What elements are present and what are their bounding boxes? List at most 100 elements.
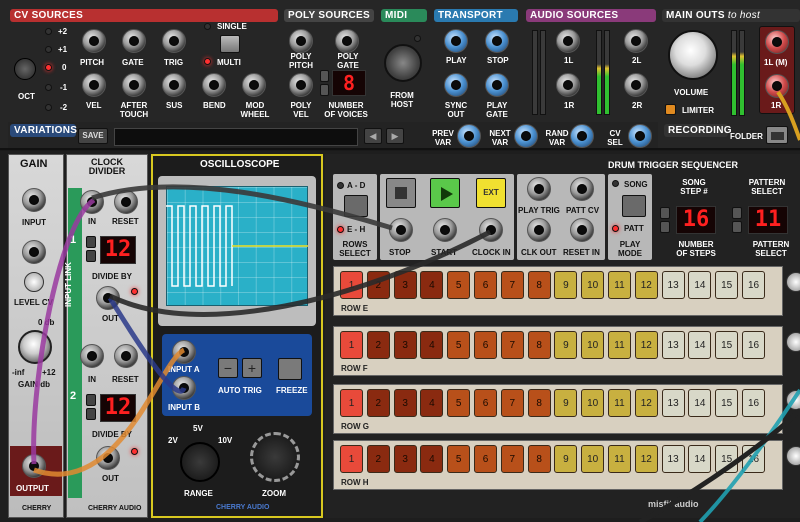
step-button[interactable]: 12 [634,271,658,299]
stop-jack-seq[interactable] [389,218,413,242]
step-button[interactable]: 1 [340,331,363,359]
stop-button[interactable] [386,178,416,208]
main-out-1r-jack[interactable] [765,74,789,98]
step-button[interactable]: 1 [340,271,363,299]
step-button[interactable]: 1 [340,389,363,417]
auto-trig-plus-button[interactable]: + [242,358,262,378]
save-button[interactable]: SAVE [78,128,108,144]
rows-eh-led[interactable] [337,226,344,233]
gate-length-knob[interactable] [786,332,800,352]
start-jack[interactable] [433,218,457,242]
start-button[interactable] [430,178,460,208]
step-button[interactable]: 15 [715,389,739,417]
oct-led-plus1[interactable] [45,46,52,53]
step-button[interactable]: 6 [474,271,497,299]
step-button[interactable]: 9 [554,445,578,473]
poly-vel-jack[interactable] [289,73,313,97]
step-button[interactable]: 8 [527,331,551,359]
step-button[interactable]: 10 [581,445,605,473]
step-button[interactable]: 8 [527,389,551,417]
zoom-knob[interactable] [250,432,300,482]
div1-down-button[interactable] [86,250,96,262]
gate-length-knob[interactable] [786,390,800,410]
modwheel-jack[interactable] [242,73,266,97]
play-jack[interactable] [444,29,468,53]
steps-down-button[interactable] [660,221,670,233]
step-button[interactable]: 10 [581,389,605,417]
ext-button[interactable]: EXT [476,178,506,208]
step-button[interactable]: 14 [688,389,712,417]
step-button[interactable]: 6 [474,389,497,417]
cv-sel-jack[interactable] [628,124,652,148]
clock-in-jack[interactable] [479,218,503,242]
folder-button[interactable] [766,126,788,144]
oct-led-minus1[interactable] [45,84,52,91]
step-button[interactable]: 3 [393,445,417,473]
div2-up-button[interactable] [86,394,96,406]
input-b-jack[interactable] [172,376,196,400]
step-button[interactable]: 1 [340,445,363,473]
step-button[interactable]: 10 [581,271,605,299]
limiter-button[interactable] [665,104,676,115]
step-button[interactable]: 8 [527,271,551,299]
step-button[interactable]: 11 [608,271,631,299]
vel-jack[interactable] [82,73,106,97]
step-button[interactable]: 11 [608,331,631,359]
div1-in-jack[interactable] [80,190,104,214]
div2-down-button[interactable] [86,408,96,420]
reset-in-jack[interactable] [570,218,594,242]
patt-led[interactable] [612,225,619,232]
freeze-button[interactable] [278,358,302,380]
step-button[interactable]: 9 [554,271,578,299]
oct-knob[interactable] [14,58,36,80]
aftertouch-jack[interactable] [122,73,146,97]
steps-up-button[interactable] [660,207,670,219]
div1-reset-jack[interactable] [114,190,138,214]
step-button[interactable]: 13 [661,389,685,417]
step-button[interactable]: 5 [447,271,471,299]
step-button[interactable]: 12 [634,389,658,417]
step-button[interactable]: 14 [688,445,712,473]
mode-switch[interactable] [220,35,240,53]
step-button[interactable]: 8 [527,445,551,473]
poly-pitch-jack[interactable] [289,29,313,53]
step-button[interactable]: 14 [688,271,712,299]
rand-var-jack[interactable] [570,124,594,148]
step-button[interactable]: 2 [366,389,390,417]
step-button[interactable]: 4 [420,271,444,299]
sync-out-jack[interactable] [444,73,468,97]
step-button[interactable]: 3 [393,331,417,359]
gate-length-knob[interactable] [786,446,800,466]
step-button[interactable]: 2 [366,271,390,299]
step-button[interactable]: 15 [715,271,739,299]
poly-gate-jack[interactable] [335,29,359,53]
oct-led-minus2[interactable] [45,104,52,111]
sus-jack[interactable] [162,73,186,97]
single-led[interactable] [204,23,211,30]
step-button[interactable]: 15 [715,331,739,359]
div2-out-jack[interactable] [96,446,120,470]
step-button[interactable]: 13 [661,331,685,359]
gain-input-jack[interactable] [22,188,46,212]
audio-2r-jack[interactable] [624,73,648,97]
step-button[interactable]: 6 [474,445,497,473]
gate-length-knob[interactable] [786,272,800,292]
var-right-button[interactable]: ▶ [386,128,404,144]
audio-1l-jack[interactable] [556,29,580,53]
pattern-up-button[interactable] [732,207,742,219]
clk-out-jack[interactable] [527,218,551,242]
bend-jack[interactable] [202,73,226,97]
step-button[interactable]: 15 [715,445,739,473]
pitch-jack[interactable] [82,29,106,53]
stop-jack[interactable] [485,29,509,53]
gain-knob[interactable] [18,330,52,364]
div2-in-jack[interactable] [80,344,104,368]
pattern-down-button[interactable] [732,221,742,233]
main-out-1l-jack[interactable] [765,30,789,54]
step-button[interactable]: 16 [742,331,765,359]
step-button[interactable]: 16 [742,389,765,417]
step-button[interactable]: 16 [742,271,765,299]
step-button[interactable]: 2 [366,331,390,359]
step-button[interactable]: 16 [742,445,765,473]
trig-jack[interactable] [162,29,186,53]
